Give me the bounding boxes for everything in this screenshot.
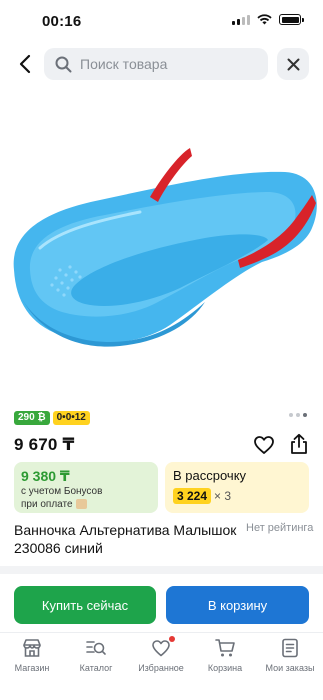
- section-divider: [0, 566, 323, 574]
- add-to-cart-button[interactable]: В корзину: [166, 586, 309, 624]
- installment-card[interactable]: В рассрочку 3 224 × 3: [165, 462, 309, 513]
- back-button[interactable]: [12, 50, 38, 78]
- product-title: Ванночка Альтернатива Малышок 230086 син…: [14, 522, 237, 556]
- top-bar: [0, 46, 323, 82]
- bonus-note-line2: при оплате: [21, 499, 73, 510]
- status-icons: [232, 14, 304, 25]
- installment-title: В рассрочку: [173, 468, 247, 483]
- image-carousel-dots: [289, 413, 307, 417]
- cellular-signal-icon: [232, 14, 250, 25]
- carousel-dot-active: [303, 413, 307, 417]
- bonus-price: 9 380 ₸: [21, 468, 70, 484]
- bonus-badge: 290 ₿: [14, 411, 50, 425]
- product-price: 9 670 ₸: [14, 435, 75, 454]
- heart-icon: [254, 436, 274, 454]
- installment-multiplier: × 3: [214, 489, 232, 503]
- badges: 290 ₿ 0•0•12: [14, 411, 90, 425]
- shop-icon: [21, 637, 43, 659]
- tab-orders[interactable]: Мои заказы: [258, 637, 322, 677]
- search-icon: [55, 56, 72, 72]
- carousel-dot: [296, 413, 300, 417]
- tab-catalog[interactable]: Каталог: [64, 637, 128, 677]
- tab-cart[interactable]: Корзина: [193, 637, 257, 677]
- installment-row: 3 224 × 3: [173, 488, 301, 504]
- catalog-icon: [85, 637, 107, 659]
- installment-amount: 3 224: [173, 488, 212, 504]
- search-input[interactable]: [80, 56, 250, 72]
- battery-icon: [279, 14, 304, 25]
- tab-label: Магазин: [14, 663, 50, 673]
- tab-label: Мои заказы: [265, 663, 315, 673]
- search-box[interactable]: [44, 48, 268, 80]
- tab-bar: Магазин Каталог Избранное Корзина Мои за…: [0, 632, 323, 700]
- favorite-button[interactable]: [252, 433, 276, 457]
- tab-label: Каталог: [79, 663, 113, 673]
- status-bar: 00:16: [0, 0, 323, 44]
- orders-icon: [279, 637, 301, 659]
- tab-shop[interactable]: Магазин: [0, 637, 64, 677]
- tab-label: Избранное: [138, 663, 184, 673]
- share-button[interactable]: [287, 432, 311, 456]
- close-icon: [287, 58, 299, 70]
- close-button[interactable]: [277, 48, 309, 80]
- rating-text[interactable]: Нет рейтинга: [246, 522, 313, 534]
- bonus-note-line1: с учетом Бонусов: [21, 486, 103, 497]
- cart-icon: [214, 637, 236, 659]
- buy-now-button[interactable]: Купить сейчас: [14, 586, 156, 624]
- product-image[interactable]: [0, 120, 323, 370]
- tab-label: Корзина: [207, 663, 243, 673]
- status-time: 00:16: [42, 13, 82, 30]
- chevron-left-icon: [19, 54, 31, 74]
- baby-bath-image: [13, 148, 317, 347]
- installment-badge: 0•0•12: [52, 411, 90, 425]
- share-icon: [291, 433, 307, 454]
- notification-dot: [169, 636, 175, 642]
- carousel-dot: [289, 413, 293, 417]
- bonus-price-card[interactable]: 9 380 ₸ с учетом Бонусов при оплате: [14, 462, 158, 513]
- bonus-note-line2-wrap: при оплате: [21, 499, 151, 511]
- tab-favorites[interactable]: Избранное: [129, 636, 193, 677]
- wifi-icon: [257, 14, 272, 25]
- bonus-coin-icon: [75, 499, 87, 510]
- heart-icon: [150, 636, 175, 659]
